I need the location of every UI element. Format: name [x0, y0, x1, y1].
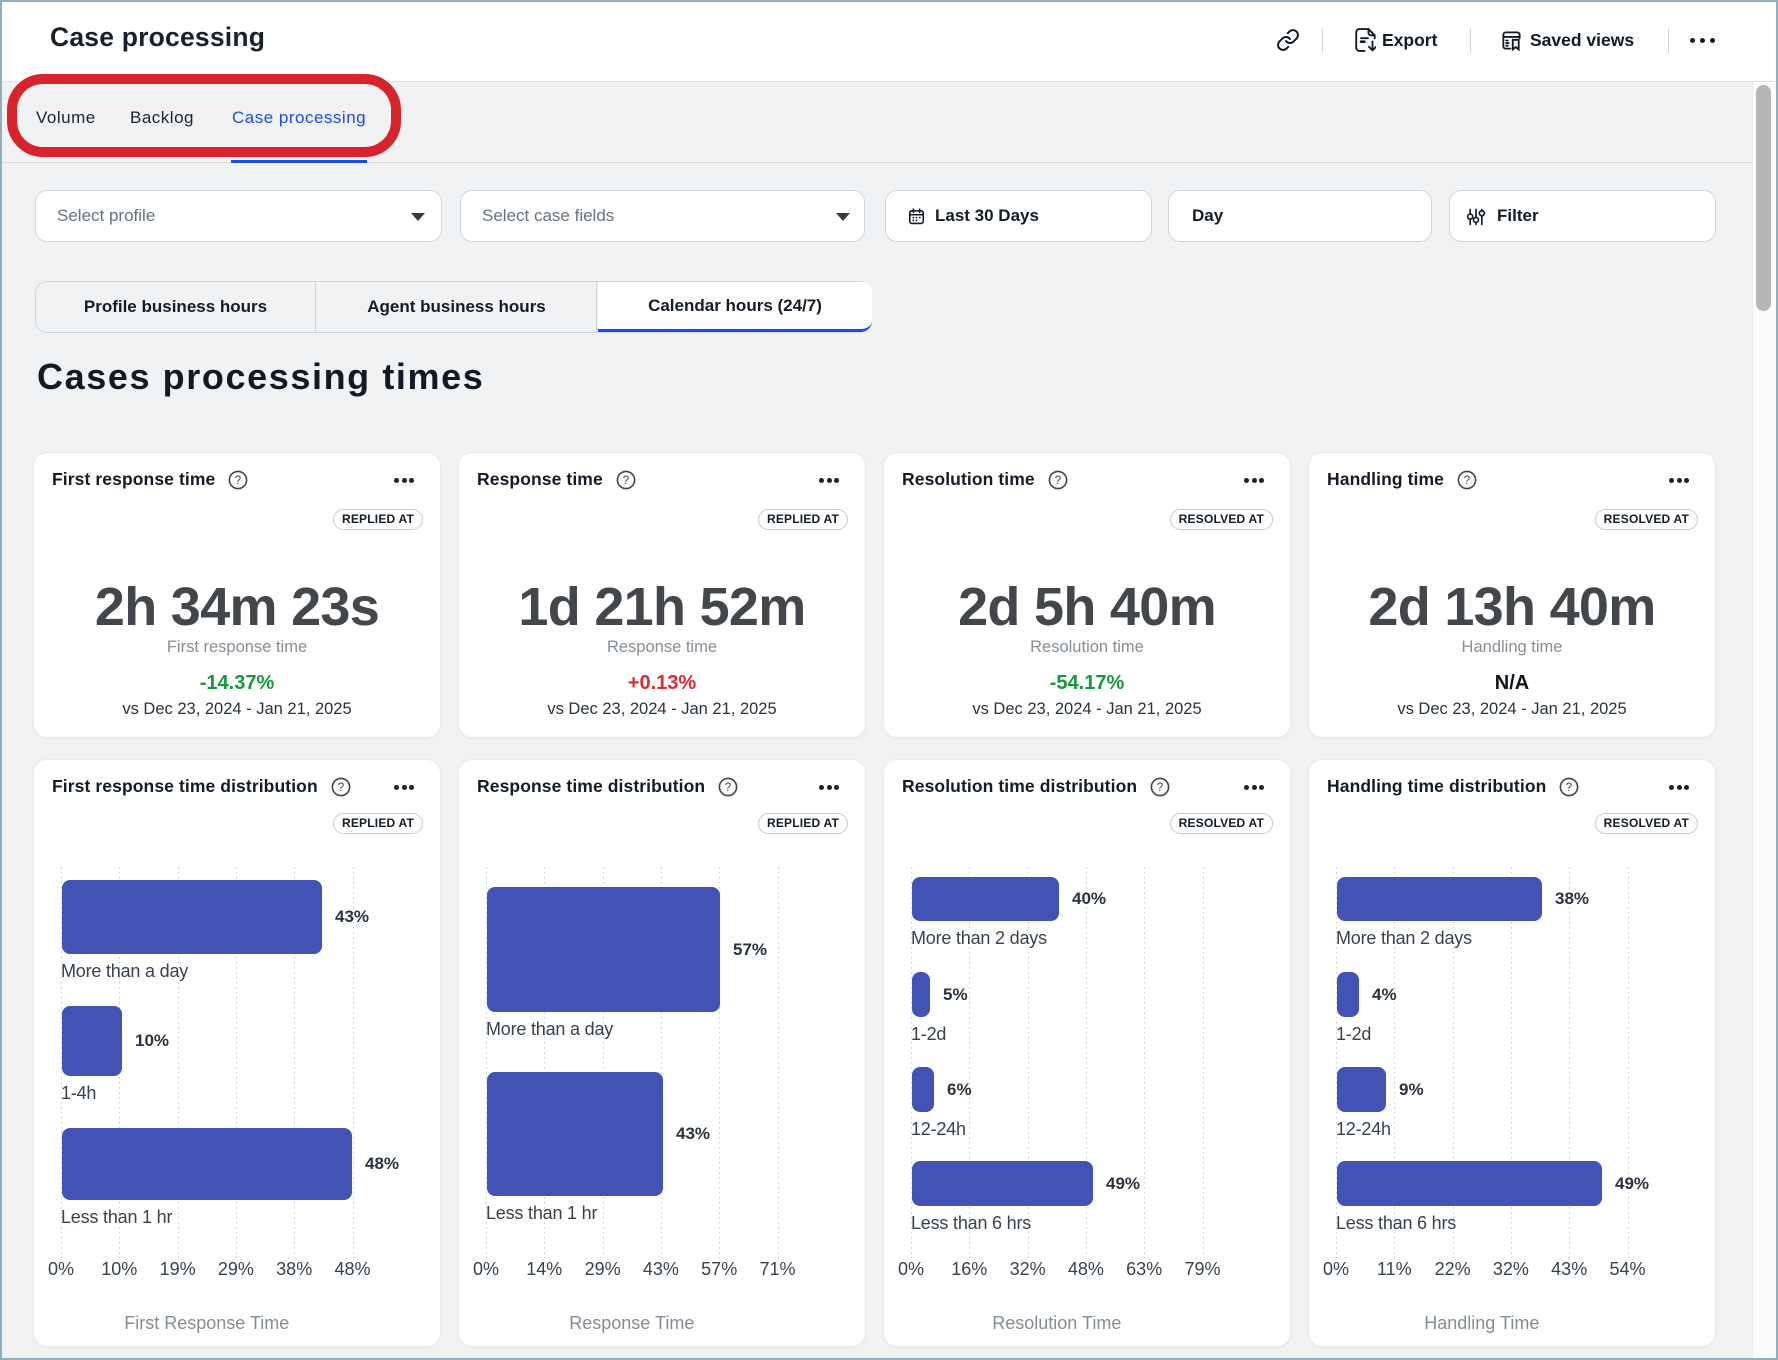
svg-text:?: ?	[338, 782, 344, 794]
svg-text:?: ?	[623, 475, 629, 487]
svg-text:?: ?	[725, 782, 731, 794]
svg-text:?: ?	[1055, 475, 1061, 487]
svg-text:?: ?	[1157, 782, 1163, 794]
svg-text:?: ?	[1464, 475, 1470, 487]
svg-text:?: ?	[235, 475, 241, 487]
svg-text:?: ?	[1566, 782, 1572, 794]
